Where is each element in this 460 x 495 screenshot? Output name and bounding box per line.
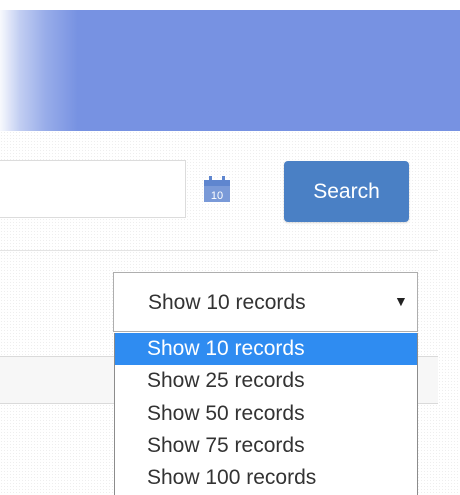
calendar-icon-day: 10 — [211, 190, 223, 202]
calendar-icon[interactable]: 10 — [202, 172, 242, 212]
top-header-bar — [0, 10, 460, 131]
option-show-75[interactable]: Show 75 records — [115, 430, 417, 462]
divider — [0, 250, 438, 251]
option-show-25[interactable]: Show 25 records — [115, 365, 417, 397]
records-dropdown-list[interactable]: Show 10 records Show 25 records Show 50 … — [114, 333, 418, 495]
search-button[interactable]: Search — [284, 161, 409, 222]
records-per-page-select[interactable]: Show 10 records ▼ — [113, 272, 418, 332]
option-show-10[interactable]: Show 10 records — [115, 333, 417, 366]
option-show-100[interactable]: Show 100 records — [115, 462, 417, 494]
option-show-50[interactable]: Show 50 records — [115, 398, 417, 430]
header-fade — [0, 10, 80, 131]
date-input[interactable] — [0, 160, 186, 218]
select-value: Show 10 records — [148, 291, 306, 314]
caret-down-icon: ▼ — [394, 293, 408, 309]
